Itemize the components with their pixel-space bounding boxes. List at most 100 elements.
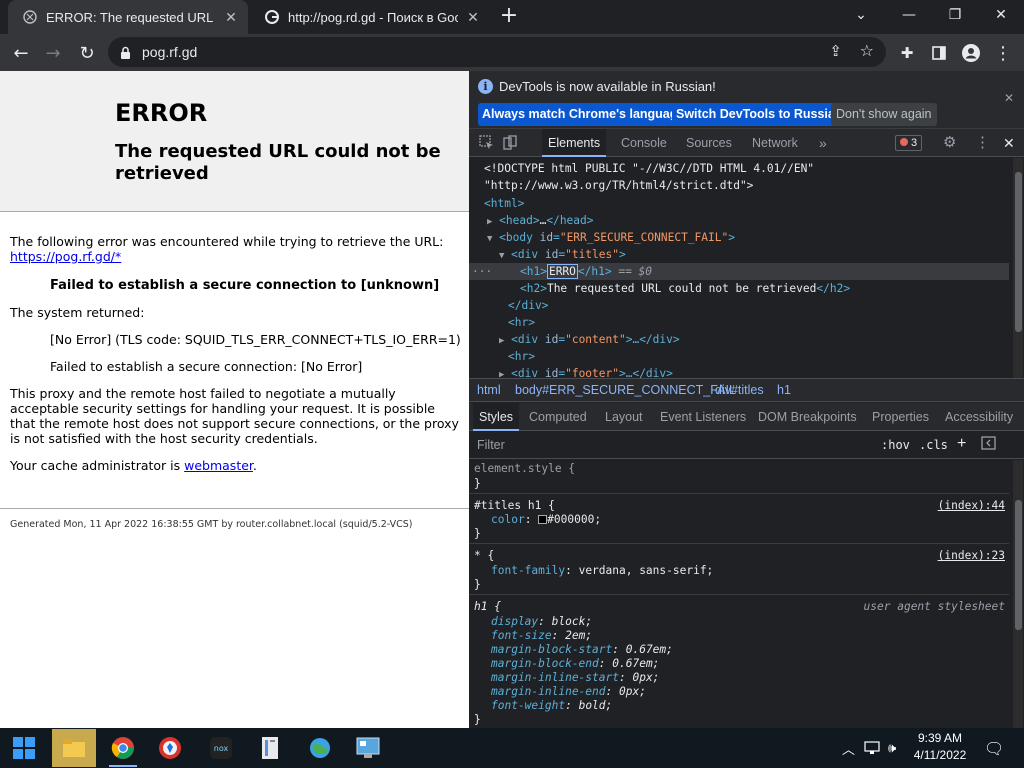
crumb-h1[interactable]: h1 <box>777 383 791 397</box>
extensions-icon[interactable]: ✚ <box>894 40 920 66</box>
tab-accessibility[interactable]: Accessibility <box>939 403 1019 431</box>
lock-icon[interactable] <box>120 45 131 64</box>
toggle-sidebar-icon[interactable] <box>981 436 996 455</box>
tab-search-icon[interactable]: ⌄ <box>838 0 884 30</box>
rule-color-decl[interactable]: color: #000000; <box>491 513 601 527</box>
tab-properties[interactable]: Properties <box>866 403 935 431</box>
dom-hr[interactable]: <hr> <box>508 314 535 331</box>
chrome-icon[interactable] <box>101 729 145 767</box>
tab-layout[interactable]: Layout <box>599 403 649 431</box>
reload-button[interactable]: ↻ <box>74 40 100 66</box>
rule-source-link[interactable]: (index):23 <box>938 549 1005 563</box>
collapse-arrow-icon[interactable]: ▼ <box>499 251 504 261</box>
dom-scroll-thumb[interactable] <box>1015 172 1022 332</box>
rule-font-family-decl[interactable]: font-family: verdana, sans-serif; <box>491 564 713 578</box>
tab-error-page[interactable]: ERROR: The requested URL could not be re… <box>8 0 248 34</box>
dom-hr-2[interactable]: <hr> <box>508 348 535 365</box>
share-icon[interactable]: ⇪ <box>829 42 842 60</box>
dom-scrollbar[interactable] <box>1013 158 1023 378</box>
dom-div-titles[interactable]: ▼ <div id="titles"> <box>499 246 626 263</box>
doctype-line-2[interactable]: "http://www.w3.org/TR/html4/strict.dtd"> <box>484 177 753 194</box>
inspect-element-icon[interactable] <box>479 135 494 151</box>
device-toolbar-icon[interactable] <box>503 135 518 151</box>
dom-h1-selected[interactable]: <h1> ERRO </h1> == $0 <box>520 263 652 280</box>
expand-arrow-icon[interactable]: ▶ <box>499 370 504 378</box>
tray-overflow-chevron-icon[interactable]: ︿ <box>842 728 855 768</box>
close-infobar-icon[interactable]: ✕ <box>1004 91 1014 105</box>
close-window-button[interactable]: ✕ <box>978 0 1024 30</box>
rule-source-link[interactable]: (index):44 <box>938 499 1005 513</box>
forward-button[interactable]: → <box>40 40 66 66</box>
rule-h1-ua-selector[interactable]: h1 { <box>474 600 501 614</box>
tab-styles[interactable]: Styles <box>473 403 520 431</box>
tab-console[interactable]: Console <box>615 129 673 157</box>
doctype-line-1[interactable]: <!DOCTYPE html PUBLIC "-//W3C//DTD HTML … <box>484 160 814 177</box>
crumb-html[interactable]: html <box>477 383 501 397</box>
cls-toggle[interactable]: .cls <box>919 438 948 452</box>
styles-scrollbar[interactable] <box>1013 460 1023 728</box>
url-text[interactable]: pog.rf.gd <box>142 44 197 60</box>
dont-show-again-button[interactable]: Don't show again <box>831 103 937 126</box>
expand-arrow-icon[interactable]: ▶ <box>499 336 504 346</box>
menu-kebab-icon[interactable]: ⋮ <box>990 40 1016 66</box>
rule-titles-h1-selector[interactable]: #titles h1 { <box>474 499 555 513</box>
tab-event-listeners[interactable]: Event Listeners <box>654 403 752 431</box>
requested-url-link[interactable]: https://pog.rf.gd/* <box>10 249 121 264</box>
bookmark-star-icon[interactable]: ☆ <box>860 41 874 60</box>
dom-h2[interactable]: <h2>The requested URL could not be retri… <box>520 280 850 297</box>
hov-toggle[interactable]: :hov <box>881 438 910 452</box>
back-button[interactable]: ← <box>8 40 34 66</box>
close-tab-icon[interactable]: ✕ <box>222 8 240 26</box>
tab-network[interactable]: Network <box>746 129 804 157</box>
dom-div-content[interactable]: ▶ <div id="content">…</div> <box>499 331 680 348</box>
file-explorer-icon[interactable] <box>52 729 96 767</box>
error-count-badge[interactable]: 3 <box>895 135 923 151</box>
rule-universal-selector[interactable]: * { <box>474 549 494 563</box>
element-style-selector[interactable]: element.style { <box>474 462 575 476</box>
minimize-button[interactable]: — <box>886 0 932 30</box>
start-button[interactable] <box>2 729 46 767</box>
webmaster-link[interactable]: webmaster <box>184 458 253 473</box>
notification-center-icon[interactable]: 🗨 <box>984 728 1004 768</box>
close-devtools-icon[interactable]: ✕ <box>1003 135 1015 151</box>
close-tab-icon[interactable]: ✕ <box>464 8 482 26</box>
expand-arrow-icon[interactable]: ▶ <box>487 217 492 227</box>
network-globe-icon[interactable] <box>298 729 342 767</box>
styles-filter-input[interactable]: Filter <box>477 438 505 452</box>
new-style-rule-icon[interactable]: + <box>957 435 966 453</box>
tab-google-search[interactable]: http://pog.rd.gd - Поиск в Google ✕ <box>250 0 490 34</box>
network-status-icon[interactable] <box>864 728 880 768</box>
switch-russian-button[interactable]: Switch DevTools to Russian <box>672 103 847 126</box>
tab-computed[interactable]: Computed <box>523 403 593 431</box>
dom-div-close[interactable]: </div> <box>508 297 548 314</box>
volume-icon[interactable]: 🕪 <box>888 728 896 768</box>
system-clock[interactable]: 9:39 AM 4/11/2022 <box>900 730 980 764</box>
devtools-menu-icon[interactable]: ⋮ <box>975 135 990 151</box>
control-panel-icon[interactable] <box>346 729 390 767</box>
side-panel-icon[interactable] <box>926 40 952 66</box>
document-app-icon[interactable] <box>248 729 292 767</box>
dom-body[interactable]: ▼ <body id="ERR_SECURE_CONNECT_FAIL"> <box>487 229 735 246</box>
address-bar[interactable]: pog.rf.gd ⇪ ☆ <box>108 37 886 67</box>
settings-gear-icon[interactable]: ⚙ <box>943 135 956 151</box>
dom-html[interactable]: <html> <box>484 195 524 212</box>
h1-text-editing[interactable]: ERRO <box>546 264 578 279</box>
restore-button[interactable]: ❐ <box>932 0 978 30</box>
tab-sources[interactable]: Sources <box>680 129 738 157</box>
collapse-arrow-icon[interactable]: ▼ <box>487 234 492 244</box>
styles-scroll-thumb[interactable] <box>1015 500 1022 630</box>
tab-elements[interactable]: Elements <box>542 129 607 157</box>
new-tab-button[interactable]: + <box>498 5 520 28</box>
nox-player-icon[interactable]: nox <box>199 729 243 767</box>
dom-head[interactable]: ▶ <head>…</head> <box>487 212 594 229</box>
vpn-browser-icon[interactable] <box>148 729 192 767</box>
profile-icon[interactable] <box>958 40 984 66</box>
crumb-body[interactable]: body#ERR_SECURE_CONNECT_FAIL <box>515 383 736 397</box>
color-swatch[interactable] <box>538 515 548 524</box>
dom-div-footer[interactable]: ▶ <div id="footer">…</div> <box>499 365 673 378</box>
more-tabs-icon[interactable]: » <box>813 129 833 157</box>
tab-dom-breakpoints[interactable]: DOM Breakpoints <box>752 403 863 431</box>
match-language-button[interactable]: Always match Chrome's language <box>478 103 689 126</box>
crumb-div[interactable]: div#titles <box>715 383 764 397</box>
node-dots-icon[interactable]: ··· <box>472 263 492 280</box>
